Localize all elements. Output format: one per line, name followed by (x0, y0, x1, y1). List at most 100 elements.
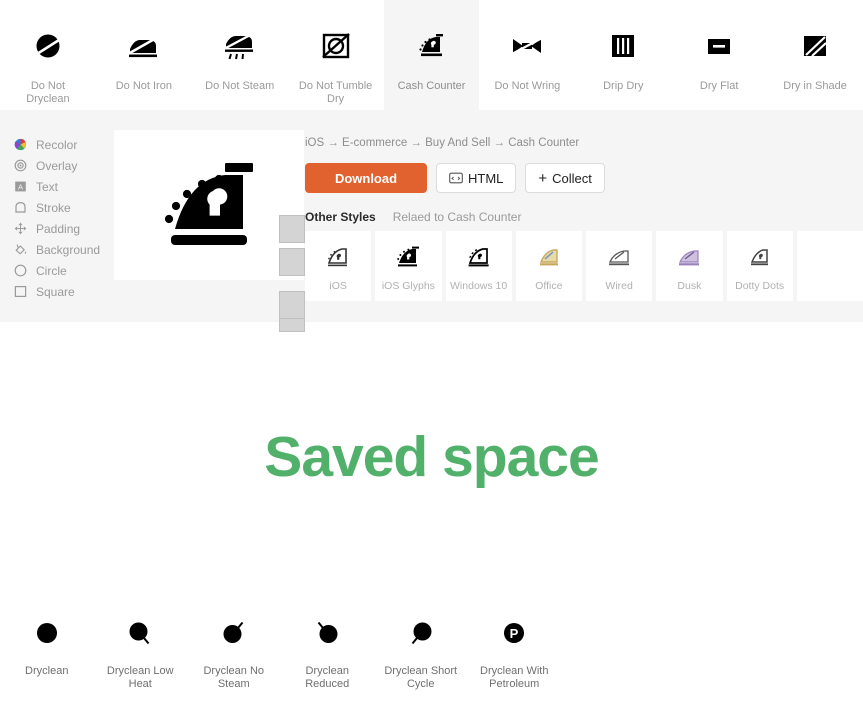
sidebar-item-label: Padding (36, 221, 81, 236)
sidebar-item-label: Recolor (36, 137, 78, 152)
sidebar-item-padding[interactable]: Padding (14, 218, 114, 239)
move-arrows-icon (14, 222, 27, 235)
icon-label: Dryclean Short Cycle (384, 665, 458, 690)
style-cell-dusk[interactable]: Dusk (656, 231, 723, 301)
placeholder-square (279, 248, 305, 276)
cash-counter-icon (412, 26, 452, 66)
icon-cell-dryclean-reduced[interactable]: Dryclean Reduced (281, 600, 375, 708)
icon-label: Dryclean No Steam (203, 665, 265, 690)
other-styles-grid: iOS iOS Glyphs Windows 10 Office Wired D… (305, 231, 863, 301)
icon-label: Do Not Iron (115, 80, 172, 92)
style-cell-windows10[interactable]: Windows 10 (445, 231, 512, 301)
download-button[interactable]: Download (305, 163, 427, 193)
overlay-target-icon (14, 159, 27, 172)
sidebar-item-label: Square (36, 284, 75, 299)
placeholder-square (279, 215, 305, 243)
do-not-tumble-dry-icon (316, 26, 356, 66)
icon-cell-do-not-dryclean[interactable]: Do Not Dryclean (0, 0, 96, 110)
breadcrumb[interactable]: iOS → E-commerce → Buy And Sell → Cash C… (305, 137, 579, 149)
detail-panel: Recolor Overlay A Text Stroke Padding Ba… (0, 110, 863, 332)
style-ios-icon (323, 241, 353, 273)
cash-counter-large-icon (157, 157, 261, 253)
sidebar-item-label: Background (36, 242, 101, 257)
drip-dry-icon (603, 26, 643, 66)
circle-icon (14, 264, 27, 277)
icon-label: Cash Counter (397, 80, 466, 92)
action-button-row: Download HTML + Collect (305, 163, 605, 193)
text-box-icon: A (14, 180, 27, 193)
style-windows10-icon (464, 241, 494, 273)
dryclean-icon (29, 615, 65, 651)
style-label: Wired (605, 279, 633, 292)
dryclean-low-heat-icon (122, 615, 158, 651)
sidebar-item-text[interactable]: A Text (14, 176, 114, 197)
icon-label: Drip Dry (603, 80, 644, 92)
style-label: iOS (329, 279, 347, 292)
bottom-icon-row: Dryclean Dryclean Low Heat Dryclean No S… (0, 600, 863, 708)
icon-cell-dryclean-no-steam[interactable]: Dryclean No Steam (187, 600, 281, 708)
sidebar-item-overlay[interactable]: Overlay (14, 155, 114, 176)
other-styles-header: Other Styles Relaed to Cash Counter (305, 210, 521, 224)
dryclean-with-petroleum-icon: P (496, 615, 532, 651)
style-label: Windows 10 (450, 279, 508, 292)
icon-label: Do Not Dryclean (26, 80, 70, 105)
sidebar-item-square[interactable]: Square (14, 281, 114, 302)
sidebar-item-stroke[interactable]: Stroke (14, 197, 114, 218)
style-cell-office[interactable]: Office (515, 231, 582, 301)
plus-icon: + (538, 169, 548, 187)
icon-cell-do-not-steam[interactable]: Do Not Steam (192, 0, 288, 110)
stroke-shape-icon (14, 201, 27, 214)
icon-cell-dryclean-short-cycle[interactable]: Dryclean Short Cycle (374, 600, 468, 708)
icon-label: Do Not Steam (205, 80, 275, 92)
sidebar-item-recolor[interactable]: Recolor (14, 134, 114, 155)
icon-preview-tile[interactable] (114, 130, 304, 280)
icon-cell-dry-in-shade[interactable]: Dry in Shade (767, 0, 863, 110)
icon-cell-cash-counter[interactable]: Cash Counter (383, 0, 480, 110)
style-cell-wired[interactable]: Wired (586, 231, 653, 301)
style-label: Dotty Dots (735, 279, 785, 292)
style-cell-empty[interactable] (796, 231, 863, 301)
icon-label: Dry Flat (699, 80, 739, 92)
icon-cell-dryclean-low-heat[interactable]: Dryclean Low Heat (94, 600, 188, 708)
sidebar-item-circle[interactable]: Circle (14, 260, 114, 281)
html-button-label: HTML (468, 170, 504, 186)
sidebar-item-label: Stroke (36, 200, 71, 215)
style-cell-dotty-dots[interactable]: Dotty Dots (726, 231, 793, 301)
style-label: iOS Glyphs (381, 279, 435, 292)
dry-in-shade-icon (795, 26, 835, 66)
dryclean-no-steam-icon (216, 615, 252, 651)
icon-cell-dryclean[interactable]: Dryclean (0, 600, 94, 708)
style-ios-glyphs-icon (393, 241, 423, 273)
do-not-iron-icon (124, 26, 164, 66)
sidebar-item-background[interactable]: Background (14, 239, 114, 260)
icon-label: Do Not Wring (494, 80, 561, 92)
icon-cell-do-not-tumble-dry[interactable]: Do Not Tumble Dry (288, 0, 384, 110)
code-window-icon (449, 172, 463, 184)
dryclean-short-cycle-icon (403, 615, 439, 651)
placeholder-square (279, 291, 305, 319)
style-dotty-dots-icon (745, 241, 775, 273)
style-label: Dusk (677, 279, 702, 292)
do-not-wring-icon (507, 26, 547, 66)
icon-cell-do-not-wring[interactable]: Do Not Wring (479, 0, 575, 110)
do-not-dryclean-icon (28, 26, 68, 66)
top-icon-row: Do Not Dryclean Do Not Iron Do Not Steam (0, 0, 863, 110)
icon-cell-dry-flat[interactable]: Dry Flat (671, 0, 767, 110)
style-cell-ios-glyphs[interactable]: iOS Glyphs (375, 231, 442, 301)
square-icon (14, 285, 27, 298)
color-wheel-icon (14, 138, 27, 151)
dryclean-reduced-icon (309, 615, 345, 651)
saved-space-heading: Saved space (264, 425, 599, 489)
icon-cell-dryclean-with-petroleum[interactable]: P Dryclean With Petroleum (468, 600, 562, 708)
icon-label: Dryclean With Petroleum (480, 665, 549, 690)
style-office-icon (534, 241, 564, 273)
icon-cell-drip-dry[interactable]: Drip Dry (575, 0, 671, 110)
style-label: Office (535, 279, 563, 292)
collect-button[interactable]: + Collect (525, 163, 605, 193)
style-cell-ios[interactable]: iOS (305, 231, 372, 301)
sidebar-item-label: Text (36, 179, 59, 194)
icon-label: Dryclean Low Heat (106, 665, 174, 690)
html-button[interactable]: HTML (436, 163, 517, 193)
icon-cell-do-not-iron[interactable]: Do Not Iron (96, 0, 192, 110)
icon-label: Dryclean (25, 665, 69, 677)
